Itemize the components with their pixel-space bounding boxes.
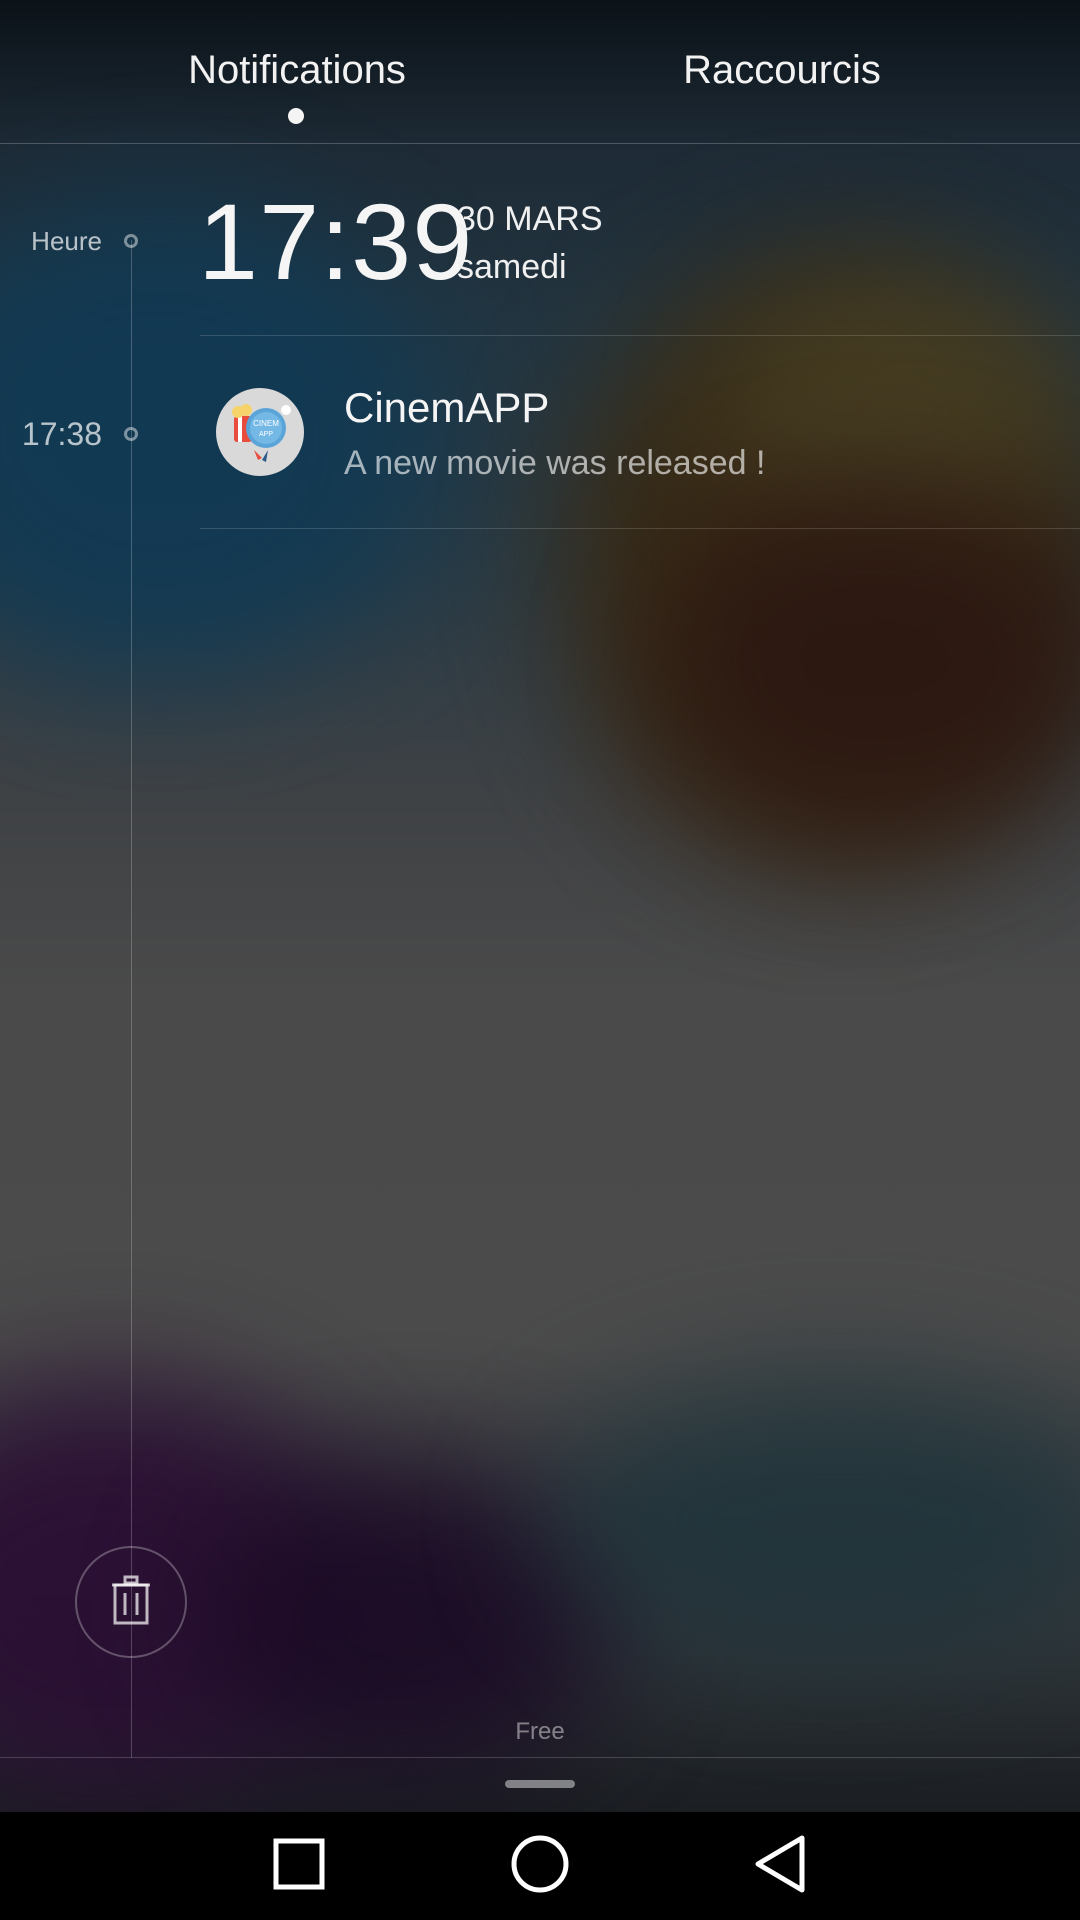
clock-date: 30 MARS xyxy=(457,200,603,238)
svg-text:CINEM: CINEM xyxy=(253,419,279,428)
recents-square-icon xyxy=(273,1838,325,1895)
notification-app-name: CinemAPP xyxy=(344,384,550,431)
cinemapp-logo-icon: CINEM APP xyxy=(216,388,304,476)
back-triangle-icon xyxy=(752,1834,808,1899)
home-button[interactable] xyxy=(500,1826,580,1906)
carrier-label: Free xyxy=(515,1718,565,1745)
notification-message: A new movie was released ! xyxy=(344,444,766,482)
clock-time: 17:39 xyxy=(198,181,474,302)
timeline-node xyxy=(124,234,138,248)
notification-item[interactable]: CINEM APP CinemAPP A new movie was relea… xyxy=(200,336,1080,528)
tab-notifications[interactable]: Notifications xyxy=(188,48,406,93)
divider xyxy=(200,528,1080,529)
panel-divider xyxy=(0,1757,1080,1758)
notification-time: 17:38 xyxy=(21,416,102,452)
clear-all-button[interactable] xyxy=(75,1546,187,1658)
timeline-line xyxy=(131,240,132,1758)
clock-day: samedi xyxy=(457,248,567,286)
navigation-bar xyxy=(0,1812,1080,1920)
tabs-divider xyxy=(0,143,1080,144)
timeline-node xyxy=(124,427,138,441)
panel-tabs: Notifications Raccourcis xyxy=(0,0,1080,144)
trash-icon xyxy=(108,1575,154,1630)
home-circle-icon xyxy=(510,1834,570,1899)
active-tab-indicator xyxy=(288,108,304,124)
clock-timeline-label: Heure xyxy=(31,226,102,256)
svg-text:APP: APP xyxy=(259,431,273,438)
recents-button[interactable] xyxy=(259,1826,339,1906)
drag-handle[interactable] xyxy=(505,1780,575,1788)
tab-raccourcis[interactable]: Raccourcis xyxy=(683,48,881,93)
back-button[interactable] xyxy=(740,1826,820,1906)
